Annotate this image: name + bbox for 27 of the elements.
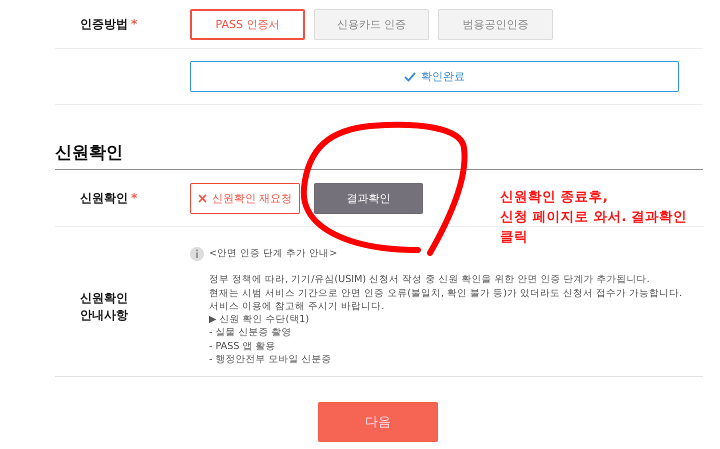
next-button[interactable]: 다음 (318, 402, 438, 442)
check-icon (404, 72, 416, 82)
notice-title: <안면 인증 단계 추가 안내> (209, 247, 338, 260)
notice-text: 정부 정책에 따라, 기기/유심(USIM) 신청서 작성 중 신원 확인을 위한 안면 인증 단계가 추가됩니다. (209, 273, 651, 287)
info-icon (190, 247, 204, 261)
annotation-text: 클릭 (500, 228, 529, 247)
notice-text: 서비스 이용에 참고해 주시기 바랍니다. (209, 300, 386, 314)
auth-option-button[interactable]: 신용카드 인증 (314, 8, 429, 40)
auth-option-button[interactable]: 범용공인인증 (438, 8, 553, 40)
result-button[interactable]: 결과확인 (314, 182, 423, 214)
notice-text: - 실물 신분증 촬영 (209, 326, 293, 340)
auth-option-button[interactable]: PASS 인증서 (190, 8, 305, 40)
field-label: 인증방법 (80, 16, 128, 30)
annotation-text: 신원확인 종료후, (500, 188, 609, 207)
section-title: 신원확인 (55, 141, 703, 170)
notice-text: ▶ 신원 확인 수단(택1) (209, 313, 310, 326)
notice-text: - PASS 앱 활용 (209, 340, 277, 354)
required-mark: * (131, 190, 138, 204)
notice-text: 현재는 시범 서비스 기간으로 안면 인증 오류(불일치, 확인 불가 등)가 있더라도 신청서 접수가 가능합니다. (209, 286, 682, 300)
retry-button[interactable]: 신원확인 재요청 (190, 182, 300, 214)
required-mark: * (131, 16, 138, 30)
field-label: 신원확인 (80, 190, 128, 204)
close-icon (198, 194, 207, 202)
notice-text: - 행정안전부 모바일 신분증 (209, 353, 333, 366)
annotation-text: 신청 페이지로 와서. 결과확인 (500, 208, 688, 227)
field-label: 신원확인 안내사항 (79, 290, 129, 324)
confirm-button[interactable]: 확인완료 (190, 61, 679, 92)
